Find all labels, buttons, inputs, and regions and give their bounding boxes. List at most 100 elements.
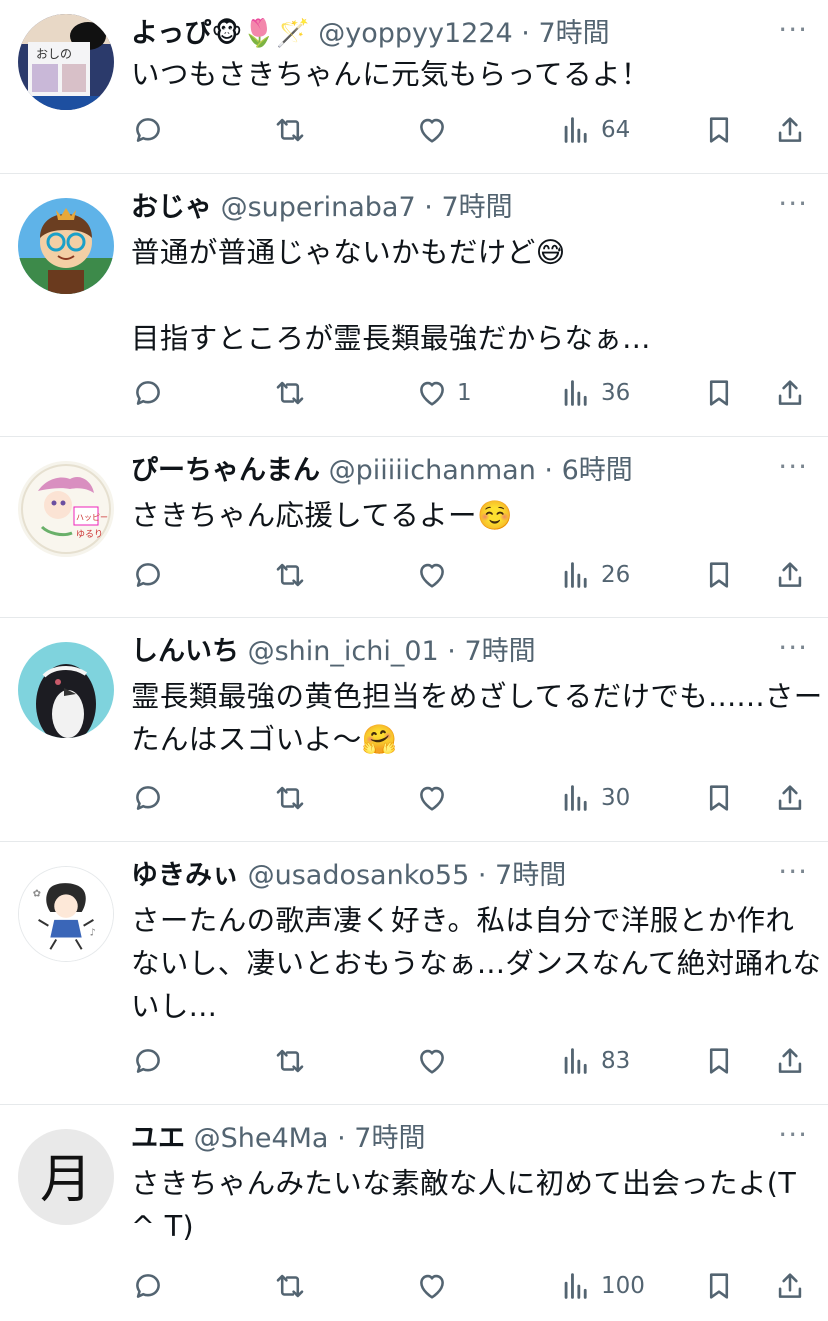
reply-button[interactable] <box>131 555 165 595</box>
reply-button[interactable] <box>131 110 165 150</box>
views-button[interactable]: 26 <box>559 555 630 595</box>
retweet-button[interactable] <box>273 110 307 150</box>
user-handle[interactable]: @piiiiichanman <box>329 455 536 486</box>
bookmark-button[interactable] <box>702 373 736 413</box>
heart-icon <box>420 1049 444 1074</box>
user-handle[interactable]: @usadosanko55 <box>248 860 470 891</box>
more-options-icon[interactable]: ··· <box>778 184 808 224</box>
display-name[interactable]: よっぴ🐵🌷🪄 <box>131 18 310 49</box>
views-icon <box>564 1048 587 1074</box>
more-options-icon[interactable]: ··· <box>778 1115 808 1155</box>
reply-button[interactable] <box>131 1041 165 1081</box>
views-count: 30 <box>601 785 631 811</box>
bookmark-button[interactable] <box>702 1041 736 1081</box>
share-button[interactable] <box>773 1266 807 1306</box>
avatar[interactable] <box>18 198 114 294</box>
timestamp[interactable]: 7時間 <box>441 192 512 223</box>
tweet-text: さきちゃんみたいな素敵な人に初めて出会ったよ(T ^ T) <box>131 1167 806 1243</box>
heart-icon <box>420 381 444 406</box>
tweet-header: ぴーちゃんまん @piiiiichanman · 6時間 ··· <box>131 450 808 491</box>
retweet-button[interactable] <box>273 778 307 818</box>
bookmark-icon <box>709 380 729 406</box>
timestamp[interactable]: 7時間 <box>538 18 609 49</box>
like-button[interactable] <box>415 1041 457 1081</box>
bookmark-icon <box>709 1048 729 1074</box>
retweet-button[interactable] <box>273 555 307 595</box>
bookmark-button[interactable] <box>702 1266 736 1306</box>
views-button[interactable]: 64 <box>559 110 630 150</box>
avatar[interactable]: ハッピー ゆるり <box>18 461 114 557</box>
user-handle[interactable]: @She4Ma <box>194 1123 329 1154</box>
reply-tweet[interactable]: おしの よっぴ🐵🌷🪄 @yoppyy1224 · 7時間 ··· いつもさきちゃ… <box>0 0 828 174</box>
avatar[interactable]: 月 <box>18 1129 114 1225</box>
share-button[interactable] <box>773 1041 807 1081</box>
tweet-header: ゆきみぃ @usadosanko55 · 7時間 ··· <box>131 855 808 896</box>
timestamp[interactable]: 7時間 <box>354 1123 425 1154</box>
display-name[interactable]: ぴーちゃんまん <box>131 455 320 486</box>
heart-icon <box>420 786 444 811</box>
views-button[interactable]: 83 <box>559 1041 630 1081</box>
reply-icon <box>136 786 160 810</box>
tweet-header: ユエ @She4Ma · 7時間 ··· <box>131 1118 808 1159</box>
reply-tweet[interactable]: 月 ユエ @She4Ma · 7時間 ··· さきちゃんみたいな素敵な人に初めて… <box>0 1105 828 1321</box>
retweet-button[interactable] <box>273 1041 307 1081</box>
avatar[interactable] <box>18 642 114 738</box>
views-button[interactable]: 36 <box>559 373 630 413</box>
views-button[interactable]: 30 <box>559 778 630 818</box>
timestamp[interactable]: 7時間 <box>495 860 566 891</box>
reply-icon <box>136 1274 160 1298</box>
avatar[interactable]: ✿ ♪ <box>18 866 114 962</box>
heart-icon <box>420 118 444 143</box>
like-button[interactable]: 1 <box>415 373 472 413</box>
retweet-button[interactable] <box>273 1266 307 1306</box>
reply-tweet[interactable]: ハッピー ゆるり ぴーちゃんまん @piiiiichanman · 6時間 ··… <box>0 437 828 618</box>
share-button[interactable] <box>773 555 807 595</box>
display-name[interactable]: ゆきみぃ <box>131 860 239 891</box>
user-handle[interactable]: @yoppyy1224 <box>318 18 512 49</box>
bookmark-button[interactable] <box>702 778 736 818</box>
views-button[interactable]: 100 <box>559 1266 645 1306</box>
tweet-text: いつもさきちゃんに元気もらってるよ！ <box>131 58 650 91</box>
separator-dot: · <box>477 860 487 891</box>
timestamp[interactable]: 6時間 <box>562 455 633 486</box>
more-options-icon[interactable]: ··· <box>778 852 808 892</box>
like-button[interactable] <box>415 110 457 150</box>
more-options-icon[interactable]: ··· <box>778 447 808 487</box>
reply-tweet[interactable]: しんいち @shin_ichi_01 · 7時間 ··· 霊長類最強の黄色担当を… <box>0 618 828 842</box>
svg-text:月: 月 <box>40 1150 92 1210</box>
reply-button[interactable] <box>131 1266 165 1306</box>
separator-dot: · <box>424 192 433 223</box>
timestamp[interactable]: 7時間 <box>464 636 535 667</box>
display-name[interactable]: ユエ <box>131 1123 185 1154</box>
share-icon <box>778 785 802 810</box>
reply-tweet[interactable]: おじゃ @superinaba7 · 7時間 ··· 普通が普通じゃないかもだけ… <box>0 174 828 437</box>
like-button[interactable] <box>415 1266 457 1306</box>
reply-tweet[interactable]: ✿ ♪ ゆきみぃ @usadosanko55 · 7時間 ··· さーたんの歌声… <box>0 842 828 1105</box>
user-handle[interactable]: @shin_ichi_01 <box>248 636 439 667</box>
reply-button[interactable] <box>131 778 165 818</box>
bookmark-button[interactable] <box>702 110 736 150</box>
like-button[interactable] <box>415 555 457 595</box>
action-bar: 30 <box>131 778 808 818</box>
display-name[interactable]: おじゃ <box>131 192 212 223</box>
retweet-button[interactable] <box>273 373 307 413</box>
heart-icon <box>420 563 444 588</box>
share-button[interactable] <box>773 373 807 413</box>
user-handle[interactable]: @superinaba7 <box>221 192 416 223</box>
more-options-icon[interactable]: ··· <box>778 628 808 668</box>
reply-button[interactable] <box>131 373 165 413</box>
reply-icon <box>136 381 160 405</box>
like-button[interactable] <box>415 778 457 818</box>
views-icon <box>564 562 587 588</box>
share-button[interactable] <box>773 110 807 150</box>
avatar[interactable]: おしの <box>18 14 114 110</box>
action-bar: 64 <box>131 110 808 150</box>
reply-icon <box>136 118 160 142</box>
views-icon <box>564 117 587 143</box>
retweet-icon <box>276 381 304 405</box>
display-name[interactable]: しんいち <box>131 636 239 667</box>
share-button[interactable] <box>773 778 807 818</box>
share-icon <box>778 117 802 142</box>
bookmark-button[interactable] <box>702 555 736 595</box>
more-options-icon[interactable]: ··· <box>778 10 808 50</box>
